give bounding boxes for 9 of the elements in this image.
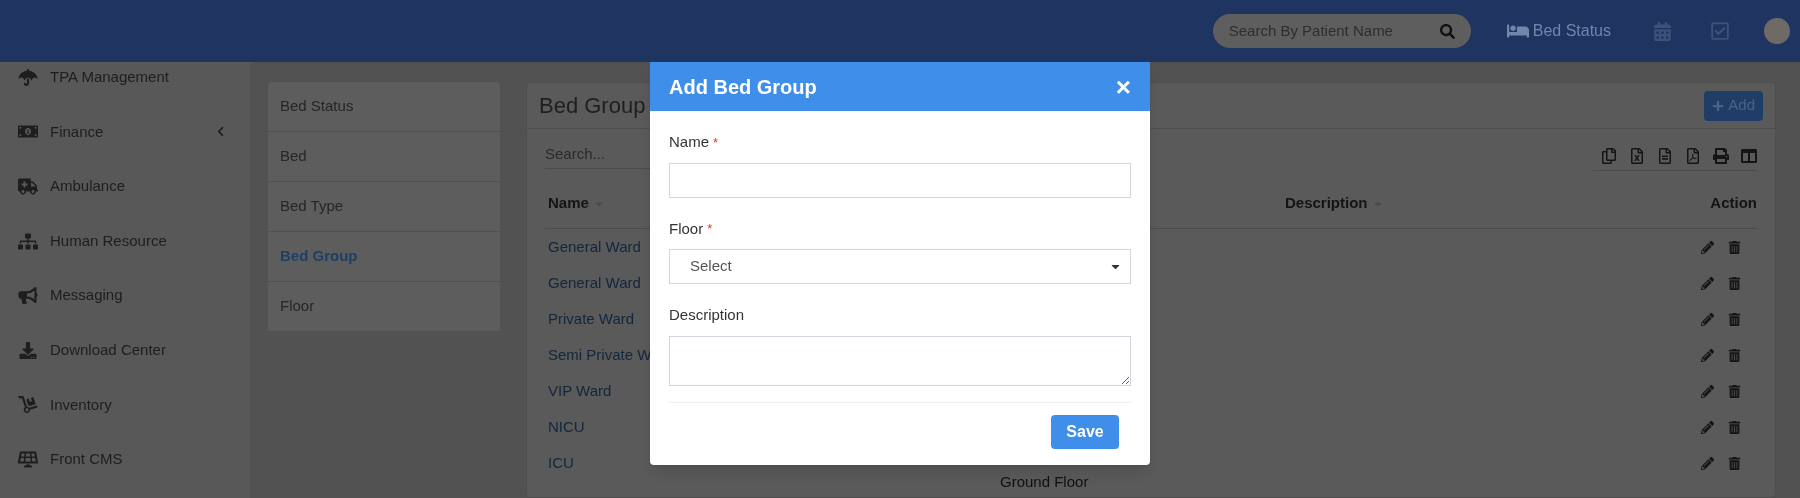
table-cell: Ground Floor xyxy=(1000,472,1089,490)
required-mark: * xyxy=(713,133,719,152)
card-title: Bed Group xyxy=(539,92,646,120)
column-header: Action xyxy=(1710,193,1757,214)
modal-title: Add Bed Group xyxy=(669,74,817,100)
field-label: Name xyxy=(669,132,709,152)
required-mark: * xyxy=(707,220,713,238)
field-label: Description xyxy=(669,305,745,325)
field-label: Floor xyxy=(669,218,704,239)
